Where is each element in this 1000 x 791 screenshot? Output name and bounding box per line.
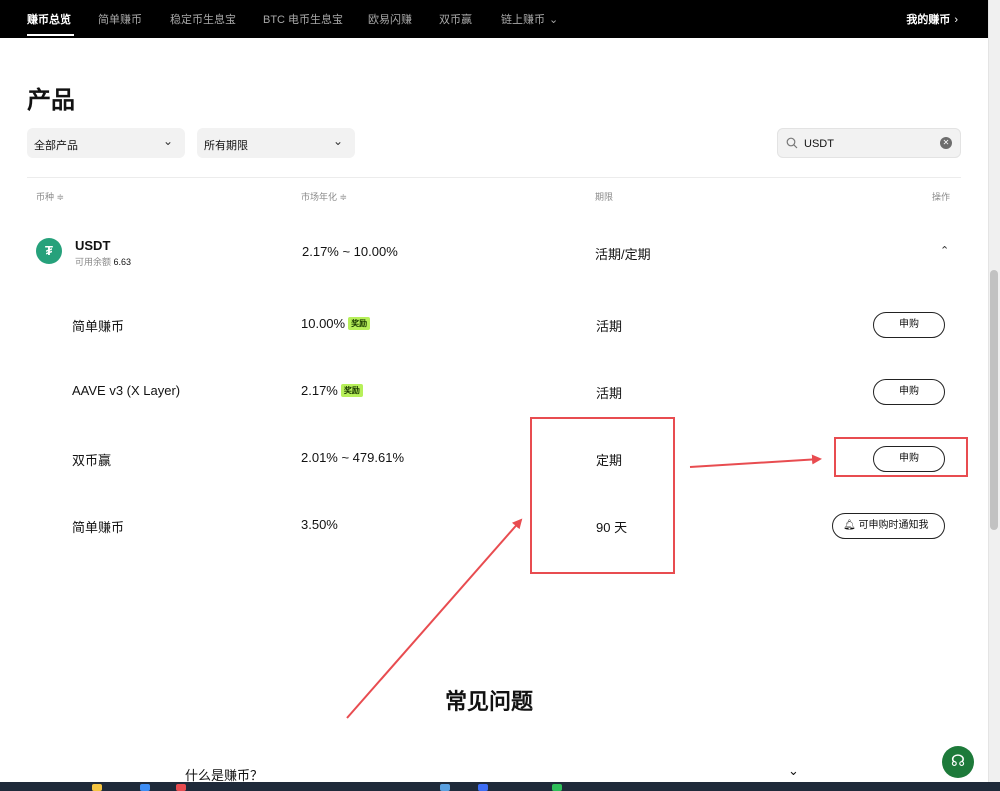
taskbar-icon[interactable] [440, 784, 450, 791]
chevron-down-icon[interactable]: ⌄ [788, 763, 799, 779]
faq-title: 常见问题 [445, 689, 534, 714]
headset-icon[interactable]: ☊ [942, 746, 974, 778]
taskbar-icon[interactable] [92, 784, 102, 791]
annotation-arrows [346, 454, 822, 719]
os-taskbar [0, 782, 1000, 791]
taskbar-icon[interactable] [552, 784, 562, 791]
taskbar-icon[interactable] [176, 784, 186, 791]
taskbar-icon[interactable] [140, 784, 150, 791]
taskbar-icon[interactable] [478, 784, 488, 791]
arrow-to-button [689, 454, 822, 468]
page: 赚币总览 简单赚币 稳定币生息宝 BTC 电币生息宝 欧易闪赚 双币赢 链上赚币… [0, 0, 1000, 791]
